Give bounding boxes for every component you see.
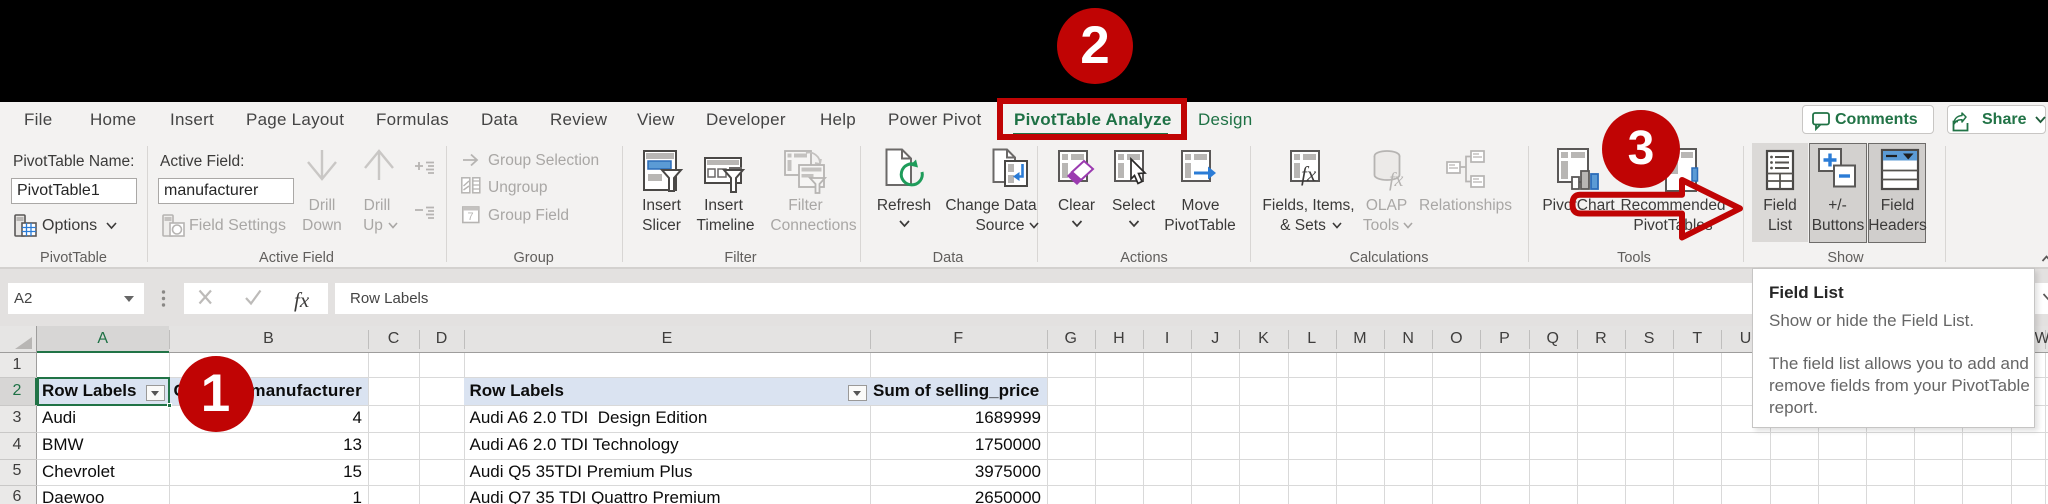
svg-text:7: 7 bbox=[467, 211, 473, 223]
svg-text:fx: fx bbox=[1389, 169, 1404, 191]
svg-text:fx: fx bbox=[1301, 162, 1317, 186]
svg-text:fx: fx bbox=[294, 288, 310, 312]
